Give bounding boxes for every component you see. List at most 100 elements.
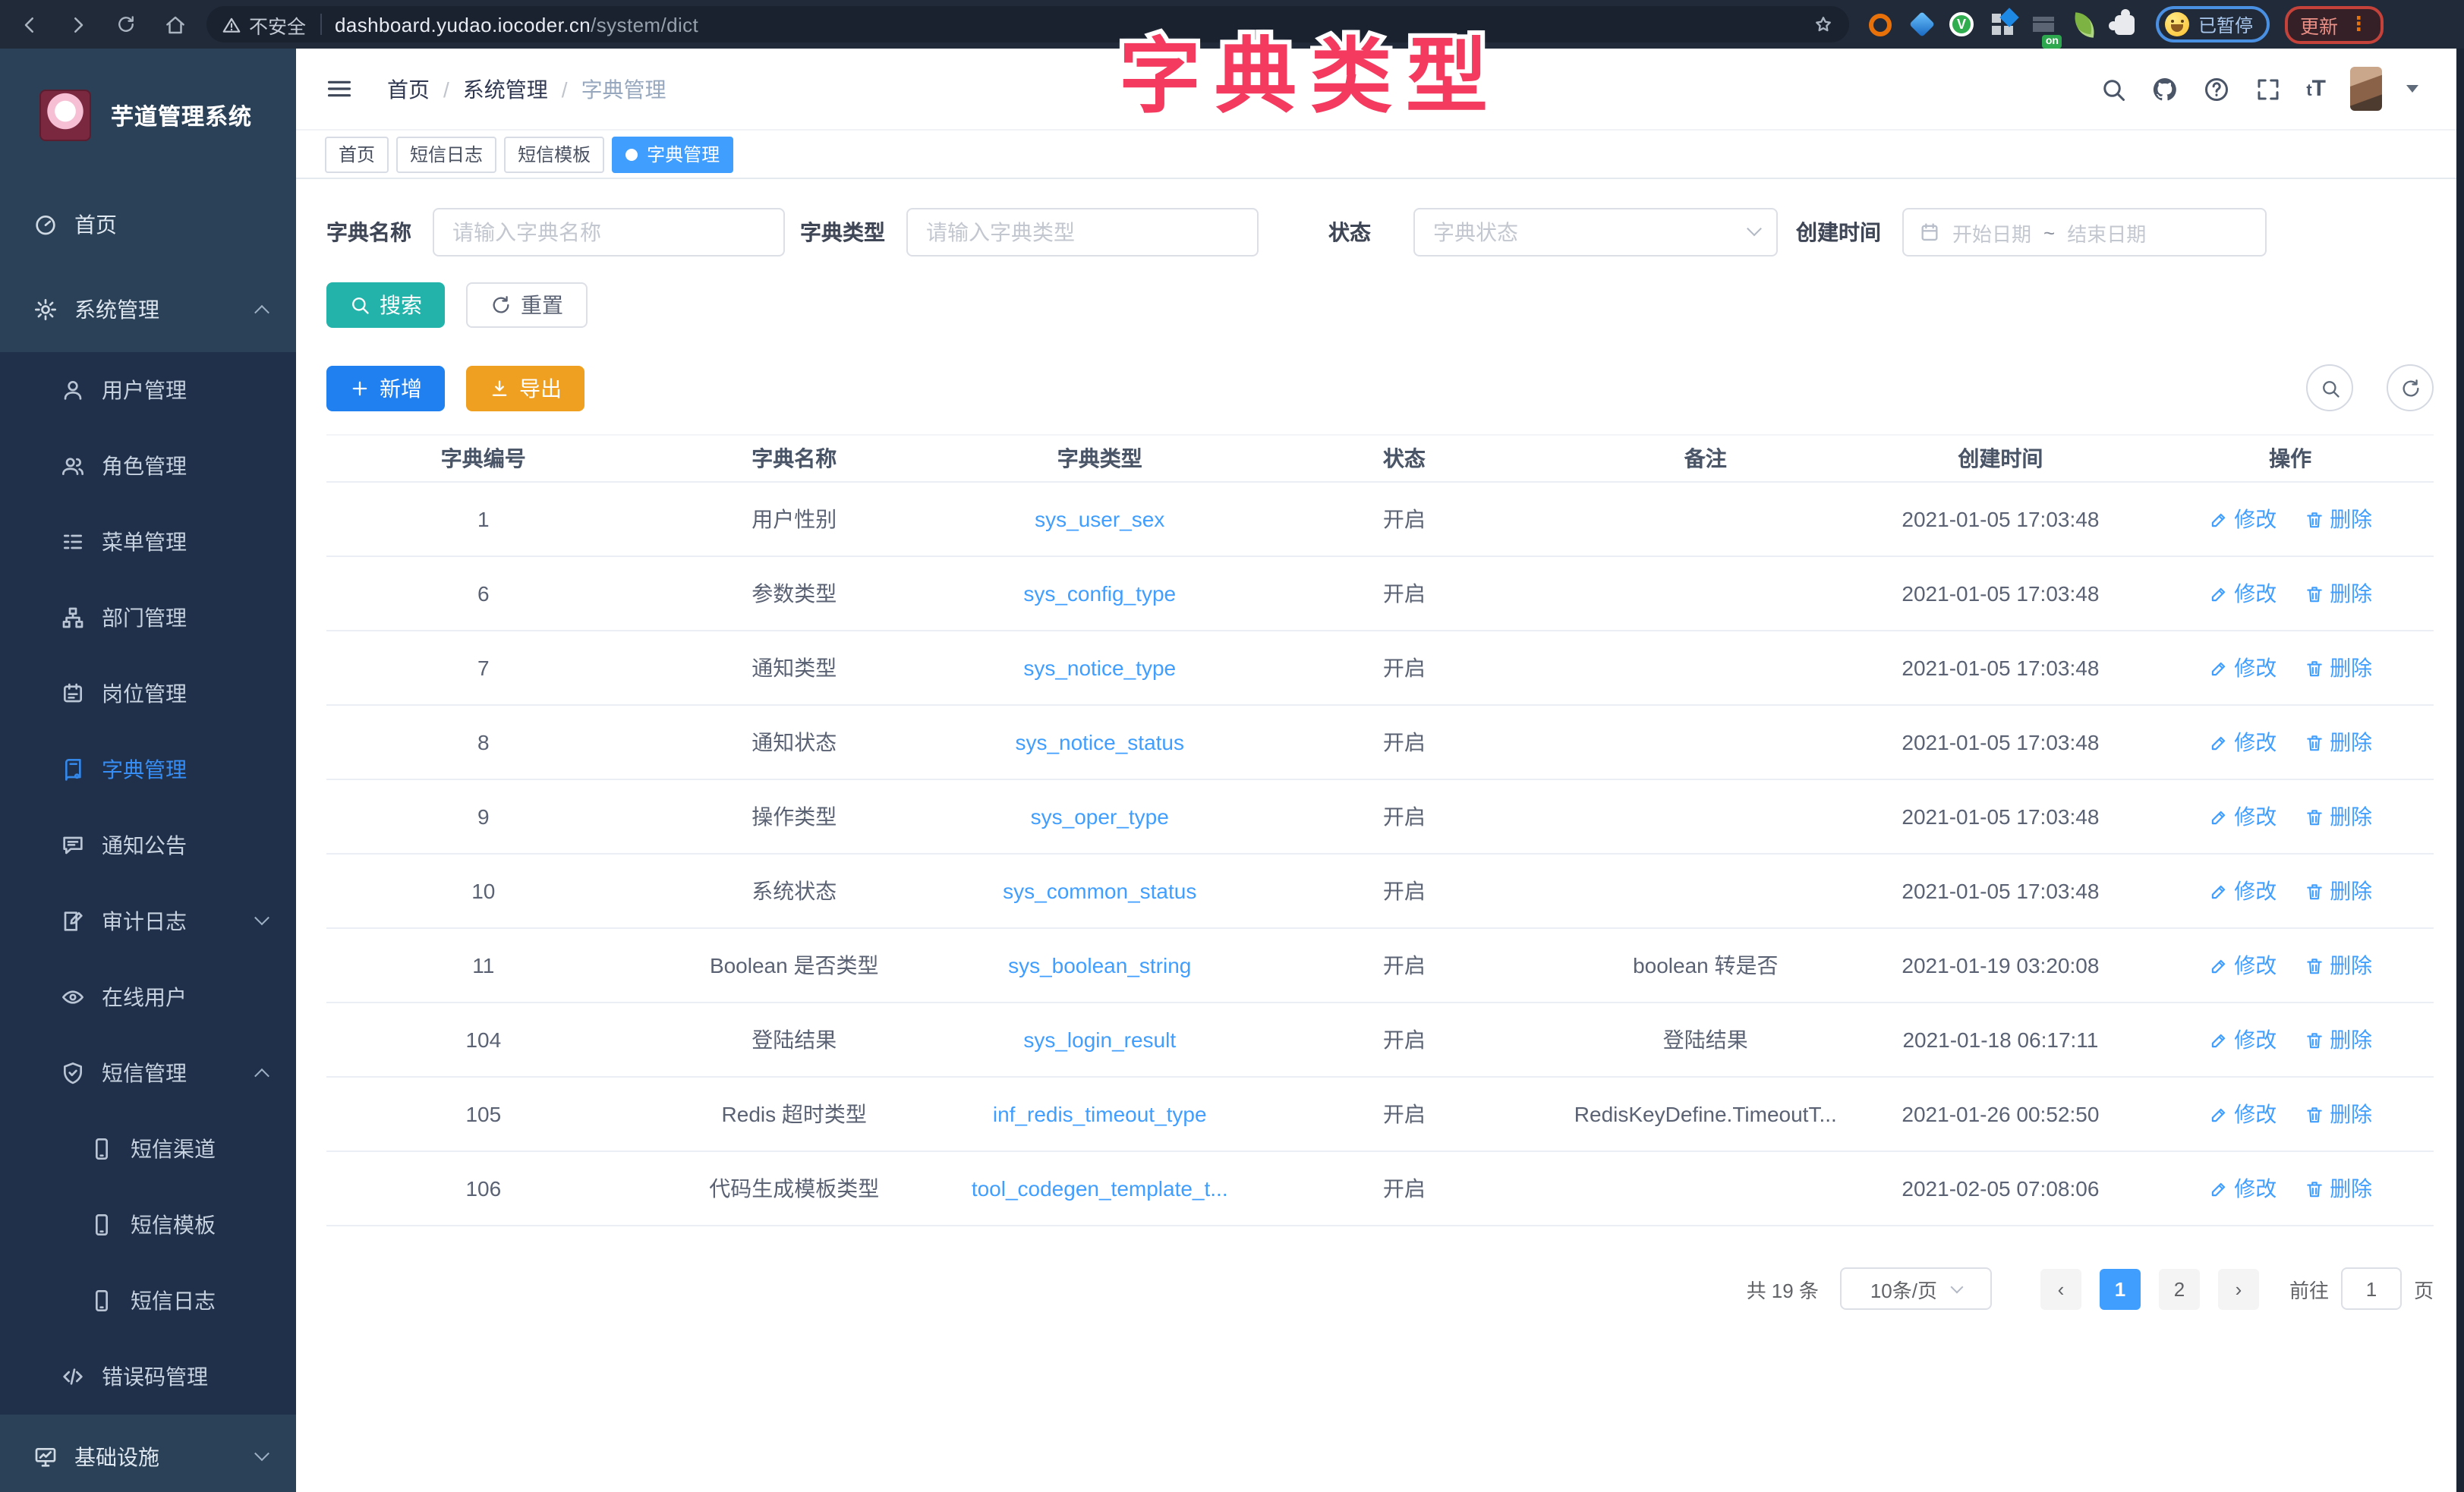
- sidebar-item-icon: [61, 1061, 85, 1085]
- add-button[interactable]: 新增: [326, 365, 445, 411]
- reset-button[interactable]: 重置: [466, 282, 588, 328]
- extension-proxy-icon[interactable]: on: [2030, 11, 2056, 37]
- cell-dict-type-link[interactable]: sys_login_result: [948, 1003, 1252, 1077]
- breadcrumb-item[interactable]: 系统管理/: [463, 74, 581, 104]
- extension-grid-icon[interactable]: [1989, 11, 2015, 37]
- dict-type-input[interactable]: [906, 208, 1259, 257]
- edit-link[interactable]: 修改: [2208, 1173, 2277, 1204]
- page-number-button[interactable]: 2: [2159, 1268, 2200, 1309]
- bookmark-star-icon[interactable]: [1813, 14, 1834, 35]
- delete-link[interactable]: 删除: [2304, 504, 2372, 534]
- sidebar-item[interactable]: 错误码管理: [0, 1339, 296, 1415]
- page-number-button[interactable]: 1: [2100, 1268, 2141, 1309]
- sidebar-item[interactable]: 审计日志: [0, 883, 296, 959]
- extension-gem-icon[interactable]: [1908, 11, 1934, 37]
- table-column-header: 操作: [2147, 435, 2434, 482]
- extension-vue-icon[interactable]: V: [1949, 12, 1974, 36]
- sidebar-item[interactable]: 短信渠道: [0, 1111, 296, 1187]
- page-size-select[interactable]: 10条/页: [1840, 1267, 1992, 1310]
- browser-back-button[interactable]: [9, 5, 49, 44]
- app-logo-row[interactable]: 芋道管理系统: [0, 49, 296, 182]
- status-select[interactable]: 字典状态: [1413, 208, 1778, 257]
- browser-update-button[interactable]: 更新 ⋮: [2285, 5, 2384, 43]
- github-icon[interactable]: [2151, 75, 2179, 102]
- page-tab[interactable]: 字典管理 ×: [612, 136, 733, 172]
- fullscreen-icon[interactable]: [2254, 75, 2282, 102]
- delete-link[interactable]: 删除: [2304, 727, 2372, 757]
- sidebar-item-icon: [90, 1213, 114, 1237]
- cell-dict-type-link[interactable]: inf_redis_timeout_type: [948, 1077, 1252, 1151]
- avatar-caret-icon[interactable]: [2406, 85, 2418, 99]
- hamburger-icon[interactable]: [325, 74, 354, 103]
- sidebar-item[interactable]: 部门管理: [0, 580, 296, 656]
- cell-dict-type-link[interactable]: sys_common_status: [948, 854, 1252, 928]
- cell-dict-type-link[interactable]: sys_notice_status: [948, 705, 1252, 779]
- delete-link[interactable]: 删除: [2304, 578, 2372, 609]
- sidebar-item[interactable]: 短信管理: [0, 1035, 296, 1111]
- cell-dict-type-link[interactable]: tool_codegen_template_t...: [948, 1151, 1252, 1226]
- edit-link[interactable]: 修改: [2208, 653, 2277, 683]
- sidebar-item[interactable]: 菜单管理: [0, 504, 296, 580]
- sidebar-item[interactable]: 短信模板: [0, 1187, 296, 1263]
- browser-home-button[interactable]: [155, 5, 194, 44]
- breadcrumb-item[interactable]: 首页/: [387, 74, 463, 104]
- browser-reload-button[interactable]: [106, 5, 146, 44]
- extension-puzzle-icon[interactable]: [2112, 11, 2138, 37]
- cell-dict-type-link[interactable]: sys_user_sex: [948, 482, 1252, 556]
- edit-link[interactable]: 修改: [2208, 1099, 2277, 1129]
- delete-link[interactable]: 删除: [2304, 801, 2372, 832]
- security-indicator[interactable]: 不安全: [222, 10, 306, 39]
- table-refresh-button[interactable]: [2387, 364, 2434, 411]
- sidebar-item[interactable]: 通知公告: [0, 807, 296, 883]
- sidebar-item[interactable]: 用户管理: [0, 352, 296, 428]
- sidebar-item[interactable]: 岗位管理: [0, 656, 296, 732]
- delete-link[interactable]: 删除: [2304, 1025, 2372, 1055]
- cell-dict-type-link[interactable]: sys_config_type: [948, 556, 1252, 631]
- delete-link[interactable]: 删除: [2304, 876, 2372, 906]
- browser-profile-chip[interactable]: 已暂停: [2156, 6, 2270, 42]
- delete-link[interactable]: 删除: [2304, 950, 2372, 981]
- sidebar-item[interactable]: 在线用户: [0, 959, 296, 1035]
- sidebar-item[interactable]: 字典管理: [0, 732, 296, 807]
- goto-page-input[interactable]: [2341, 1267, 2402, 1310]
- extension-orange-icon[interactable]: [1867, 11, 1893, 37]
- cell-dict-type-link[interactable]: sys_notice_type: [948, 631, 1252, 705]
- edit-link[interactable]: 修改: [2208, 950, 2277, 981]
- page-tab[interactable]: 短信模板 ×: [504, 136, 604, 172]
- help-icon[interactable]: [2203, 75, 2230, 102]
- edit-link[interactable]: 修改: [2208, 578, 2277, 609]
- date-range-picker[interactable]: 开始日期 ~ 结束日期: [1902, 208, 2267, 257]
- search-button[interactable]: 搜索: [326, 282, 445, 328]
- cell-dict-type-link[interactable]: sys_boolean_string: [948, 928, 1252, 1003]
- browser-menu-dots-icon[interactable]: ⋮: [2349, 12, 2368, 36]
- sidebar-item[interactable]: 角色管理: [0, 428, 296, 504]
- sidebar-item[interactable]: 系统管理: [0, 267, 296, 352]
- cell-dict-type-link[interactable]: sys_oper_type: [948, 779, 1252, 854]
- edit-link[interactable]: 修改: [2208, 801, 2277, 832]
- edit-link[interactable]: 修改: [2208, 727, 2277, 757]
- font-size-icon[interactable]: tT: [2306, 76, 2326, 102]
- sidebar-item[interactable]: 短信日志: [0, 1263, 296, 1339]
- delete-link[interactable]: 删除: [2304, 653, 2372, 683]
- edit-link[interactable]: 修改: [2208, 1025, 2277, 1055]
- sidebar-item[interactable]: 首页: [0, 182, 296, 267]
- user-avatar[interactable]: [2350, 67, 2382, 111]
- export-button[interactable]: 导出: [466, 365, 584, 411]
- sidebar-item[interactable]: 基础设施: [0, 1415, 296, 1492]
- browser-forward-button[interactable]: [58, 5, 97, 44]
- table-search-toggle-button[interactable]: [2306, 364, 2353, 411]
- prev-page-button[interactable]: ‹: [2040, 1268, 2081, 1309]
- extension-leaf-icon[interactable]: [2071, 11, 2097, 37]
- page-tab[interactable]: 首页 ×: [325, 136, 389, 172]
- delete-link[interactable]: 删除: [2304, 1173, 2372, 1204]
- sidebar-item-icon: [61, 985, 85, 1009]
- dict-name-input[interactable]: [433, 208, 785, 257]
- page-tab[interactable]: 短信日志 ×: [396, 136, 496, 172]
- edit-link[interactable]: 修改: [2208, 504, 2277, 534]
- search-icon[interactable]: [2100, 75, 2127, 102]
- delete-link[interactable]: 删除: [2304, 1099, 2372, 1129]
- breadcrumb-item[interactable]: 字典管理/: [581, 74, 666, 104]
- edit-link[interactable]: 修改: [2208, 876, 2277, 906]
- address-bar[interactable]: 不安全 dashboard.yudao.iocoder.cn/system/di…: [206, 6, 1849, 42]
- next-page-button[interactable]: ›: [2218, 1268, 2259, 1309]
